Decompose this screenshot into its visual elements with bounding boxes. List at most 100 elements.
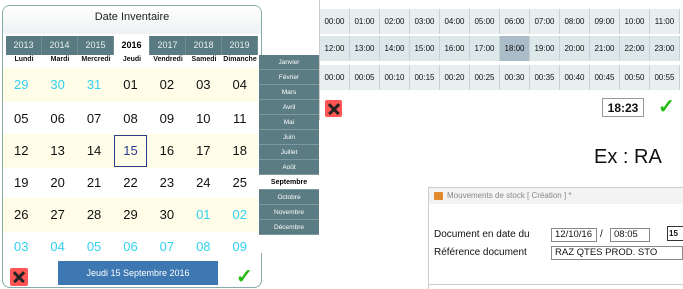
hour-cell[interactable]: 08:00 [560, 9, 590, 34]
ref-field[interactable]: RAZ QTES PROD. STO [551, 246, 683, 260]
doc-date-field[interactable]: 12/10/16 [551, 228, 597, 242]
day-cell-other-month[interactable]: 06 [112, 230, 148, 264]
minute-cell[interactable]: 00:55 [650, 65, 680, 90]
month-item[interactable]: Juin [259, 130, 319, 145]
hour-cell[interactable]: 16:00 [440, 36, 470, 61]
month-item[interactable]: Décembre [259, 220, 319, 235]
day-cell[interactable]: 01 [112, 68, 148, 102]
day-cell-other-month[interactable]: 02 [222, 198, 258, 232]
minute-cell[interactable]: 00:50 [620, 65, 650, 90]
day-cell[interactable]: 17 [185, 134, 221, 168]
hour-cell[interactable]: 23:00 [650, 36, 680, 61]
day-cell[interactable]: 27 [39, 198, 75, 232]
day-cell-other-month[interactable]: 01 [185, 198, 221, 232]
validate-time-button[interactable]: ✓ [658, 97, 675, 117]
day-cell[interactable]: 12 [3, 134, 39, 168]
calendar-icon[interactable]: 15 [667, 226, 683, 241]
year-tab[interactable]: 2013 [6, 36, 42, 55]
hour-cell[interactable]: 09:00 [590, 9, 620, 34]
day-cell[interactable]: 18 [222, 134, 258, 168]
day-cell-other-month[interactable]: 03 [3, 230, 39, 264]
day-cell[interactable]: 22 [112, 166, 148, 200]
day-cell[interactable]: 04 [222, 68, 258, 102]
hour-cell[interactable]: 12:00 [320, 36, 350, 61]
day-cell[interactable]: 11 [222, 102, 258, 136]
day-cell[interactable]: 09 [149, 102, 185, 136]
day-cell[interactable]: 21 [76, 166, 112, 200]
day-cell-other-month[interactable]: 05 [76, 230, 112, 264]
month-item[interactable]: Octobre [259, 190, 319, 205]
hour-cell[interactable]: 14:00 [380, 36, 410, 61]
hour-cell[interactable]: 01:00 [350, 9, 380, 34]
hour-cell[interactable]: 17:00 [470, 36, 500, 61]
day-cell[interactable]: 07 [76, 102, 112, 136]
month-item[interactable]: Janvier [259, 55, 319, 70]
hour-cell[interactable]: 21:00 [590, 36, 620, 61]
month-item[interactable]: Juillet [259, 145, 319, 160]
minute-cell[interactable]: 00:00 [320, 65, 350, 90]
day-cell[interactable]: 02 [149, 68, 185, 102]
day-cell-other-month[interactable]: 29 [3, 68, 39, 102]
day-cell[interactable]: 28 [76, 198, 112, 232]
minute-cell[interactable]: 00:30 [500, 65, 530, 90]
minute-cell[interactable]: 00:05 [350, 65, 380, 90]
minute-cell[interactable]: 00:25 [470, 65, 500, 90]
hour-cell[interactable]: 10:00 [620, 9, 650, 34]
hour-cell[interactable]: 00:00 [320, 9, 350, 34]
hour-cell[interactable]: 18:00 [500, 36, 530, 61]
hour-cell[interactable]: 15:00 [410, 36, 440, 61]
year-tab[interactable]: 2016 [114, 36, 150, 55]
minute-cell[interactable]: 00:15 [410, 65, 440, 90]
hour-cell[interactable]: 02:00 [380, 9, 410, 34]
year-tab[interactable]: 2018 [186, 36, 222, 55]
hour-cell[interactable]: 13:00 [350, 36, 380, 61]
minute-cell[interactable]: 00:45 [590, 65, 620, 90]
day-cell[interactable]: 24 [185, 166, 221, 200]
hour-cell[interactable]: 04:00 [440, 9, 470, 34]
validate-date-button[interactable]: ✓ [236, 267, 253, 287]
day-cell[interactable]: 14 [76, 134, 112, 168]
day-cell[interactable]: 29 [112, 198, 148, 232]
day-cell-other-month[interactable]: 31 [76, 68, 112, 102]
hour-cell[interactable]: 06:00 [500, 9, 530, 34]
hour-cell[interactable]: 03:00 [410, 9, 440, 34]
day-cell-other-month[interactable]: 30 [39, 68, 75, 102]
minute-cell[interactable]: 00:40 [560, 65, 590, 90]
cancel-button[interactable] [10, 268, 28, 286]
time-value-field[interactable]: 18:23 [602, 98, 644, 117]
day-cell-other-month[interactable]: 08 [185, 230, 221, 264]
doc-time-field[interactable]: 08:05 [610, 228, 650, 242]
month-item[interactable]: Novembre [259, 205, 319, 220]
year-tab[interactable]: 2017 [150, 36, 186, 55]
day-cell[interactable]: 06 [39, 102, 75, 136]
hour-cell[interactable]: 05:00 [470, 9, 500, 34]
day-cell[interactable]: 03 [185, 68, 221, 102]
year-tab[interactable]: 2014 [42, 36, 78, 55]
day-cell-other-month[interactable]: 04 [39, 230, 75, 264]
cancel-time-button[interactable] [325, 100, 342, 117]
month-item[interactable]: Mars [259, 85, 319, 100]
hour-cell[interactable]: 11:00 [650, 9, 680, 34]
day-cell[interactable]: 05 [3, 102, 39, 136]
minute-cell[interactable]: 00:20 [440, 65, 470, 90]
month-item[interactable]: Avril [259, 100, 319, 115]
year-tab[interactable]: 2019 [222, 36, 258, 55]
day-cell-other-month[interactable]: 09 [222, 230, 258, 264]
year-tab[interactable]: 2015 [78, 36, 114, 55]
day-cell[interactable]: 20 [39, 166, 75, 200]
hour-cell[interactable]: 20:00 [560, 36, 590, 61]
month-item[interactable]: Août [259, 160, 319, 175]
day-cell[interactable]: 23 [149, 166, 185, 200]
day-cell[interactable]: 30 [149, 198, 185, 232]
day-cell[interactable]: 19 [3, 166, 39, 200]
month-item[interactable]: Mai [259, 115, 319, 130]
month-item[interactable]: Février [259, 70, 319, 85]
day-cell-selected[interactable]: 15 [112, 134, 148, 168]
hour-cell[interactable]: 07:00 [530, 9, 560, 34]
minute-cell[interactable]: 00:10 [380, 65, 410, 90]
minute-cell[interactable]: 00:35 [530, 65, 560, 90]
month-item[interactable]: Septembre [259, 175, 319, 190]
day-cell[interactable]: 16 [149, 134, 185, 168]
day-cell[interactable]: 13 [39, 134, 75, 168]
day-cell[interactable]: 08 [112, 102, 148, 136]
